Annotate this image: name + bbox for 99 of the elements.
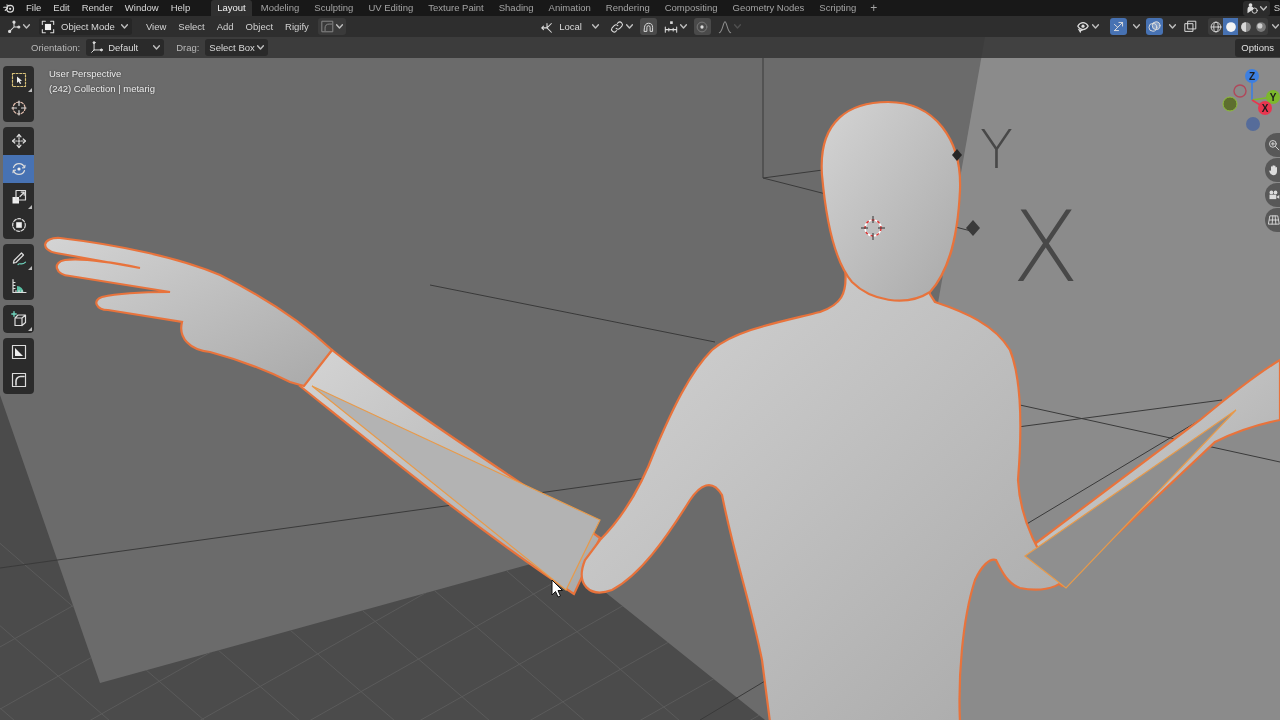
move-arrows-icon [10, 133, 27, 149]
workspace-tab[interactable]: Animation [542, 0, 597, 16]
grid-icon [1268, 214, 1280, 226]
zoom-icon [1268, 139, 1280, 151]
orientation-axes-icon [90, 41, 104, 54]
orientation-dropdown[interactable]: Default [86, 39, 165, 56]
falloff-curve-icon [717, 19, 732, 34]
menu-item[interactable]: Help [164, 0, 197, 16]
camera-icon [1268, 189, 1280, 201]
add-workspace-button[interactable]: + [865, 0, 883, 16]
workspace-tab[interactable]: Compositing [658, 0, 724, 16]
caret-icon [256, 44, 264, 51]
transform-icon [10, 217, 27, 233]
workspace-tab[interactable]: Modeling [254, 0, 306, 16]
rendered-sphere-icon [1254, 20, 1267, 33]
caret-icon [1133, 23, 1140, 30]
eye-icon [1076, 19, 1090, 34]
workspace-tab[interactable]: Texture Paint [422, 0, 490, 16]
circle-dot-icon [696, 20, 709, 33]
options-button[interactable]: Options [1235, 38, 1280, 57]
hand-icon [1268, 164, 1280, 176]
axis-handle[interactable] [1233, 84, 1247, 98]
scale-icon [10, 189, 27, 205]
caret-icon [120, 23, 128, 30]
caret-icon [335, 23, 343, 30]
axis-handle[interactable] [1246, 117, 1260, 131]
material-sphere-icon [1239, 20, 1252, 33]
drag-label: Drag: [176, 42, 200, 53]
rounded-corner-icon [10, 372, 27, 388]
menu-item[interactable]: Edit [47, 0, 76, 16]
menu-item[interactable]: Render [75, 0, 119, 16]
caret-icon [23, 23, 30, 30]
empty-axis-label: Y [980, 118, 1013, 181]
overlays-toggle[interactable] [1146, 18, 1163, 35]
workspace-tab[interactable]: Scripting [813, 0, 863, 16]
curve-icon [320, 20, 334, 33]
3d-cursor-icon [860, 215, 886, 241]
caret-icon [591, 23, 599, 30]
overlapping-circles-icon [1148, 20, 1161, 33]
axis-handle[interactable]: Z [1245, 69, 1259, 101]
orientation-label: Orientation: [31, 42, 81, 53]
menu-item[interactable]: Window [118, 0, 165, 16]
snap-toggle[interactable] [639, 18, 657, 35]
collection-info: (242) Collection | metarig [49, 82, 155, 96]
slanted-square-icon [10, 344, 27, 360]
icon-dropdown[interactable] [317, 18, 346, 35]
tool-button[interactable] [3, 305, 34, 333]
empty-axis-label: X [1012, 190, 1080, 304]
link-icon [609, 19, 624, 34]
caret-icon [1272, 23, 1279, 30]
logo-icon [3, 2, 15, 14]
select-box-icon [10, 72, 27, 88]
scene-icon [1245, 2, 1258, 14]
solid-sphere-icon [1224, 20, 1237, 33]
view-name: User Perspective [49, 67, 122, 81]
shading-mode-button[interactable] [1223, 18, 1238, 35]
transform-orientation-dropdown[interactable]: Local [536, 18, 603, 35]
drag-dropdown[interactable]: Select Box [205, 39, 268, 56]
menu-item[interactable]: View [139, 16, 173, 37]
ruler-angle-icon [10, 278, 27, 294]
object-square-icon [41, 19, 55, 34]
menu-item[interactable]: File [20, 0, 48, 16]
gizmos-toggle[interactable] [1110, 18, 1127, 35]
add-cube-icon [10, 311, 27, 327]
proportional-editing-toggle[interactable] [693, 18, 711, 35]
scene-selector-button[interactable] [1242, 0, 1270, 16]
mouse-pointer-icon [551, 579, 563, 598]
overlapping-squares-icon [1184, 20, 1197, 33]
workspace-tab[interactable]: Geometry Nodes [726, 0, 811, 16]
caret-icon [1259, 4, 1267, 12]
workspace-tab[interactable]: Layout [211, 0, 252, 16]
workspace-tab[interactable]: Sculpting [308, 0, 360, 16]
workspace-tab[interactable]: UV Editing [362, 0, 420, 16]
caret-icon [1092, 23, 1099, 30]
caret-icon [1169, 23, 1176, 30]
rotate-icon [10, 161, 27, 177]
caret-icon [733, 23, 741, 30]
workspace-tab[interactable]: Rendering [599, 0, 656, 16]
axes-icon [7, 19, 21, 34]
caret-icon [625, 23, 633, 30]
caret-icon [153, 44, 161, 51]
wireframe-sphere-icon [1209, 20, 1222, 33]
menu-item[interactable]: Object [239, 16, 280, 37]
menu-item[interactable]: Rigify [279, 16, 315, 37]
mode-dropdown[interactable]: Object Mode [39, 18, 132, 35]
caret-icon [679, 23, 687, 30]
xray-toggle[interactable] [1182, 18, 1199, 35]
gizmo-arrows-icon [1112, 20, 1125, 33]
pencil-squiggle-icon [10, 250, 27, 266]
scene-name[interactable]: S [1273, 0, 1280, 16]
menu-item[interactable]: Add [210, 16, 240, 37]
diamond-marker-icon [952, 149, 962, 161]
magnet-icon [641, 20, 655, 33]
workspace-tab[interactable]: Shading [492, 0, 540, 16]
menu-item[interactable]: Select [172, 16, 211, 37]
increment-icon [663, 19, 678, 34]
diamond-marker-icon [966, 220, 980, 236]
cursor-icon [10, 100, 27, 116]
axis-handle[interactable] [1222, 96, 1238, 112]
